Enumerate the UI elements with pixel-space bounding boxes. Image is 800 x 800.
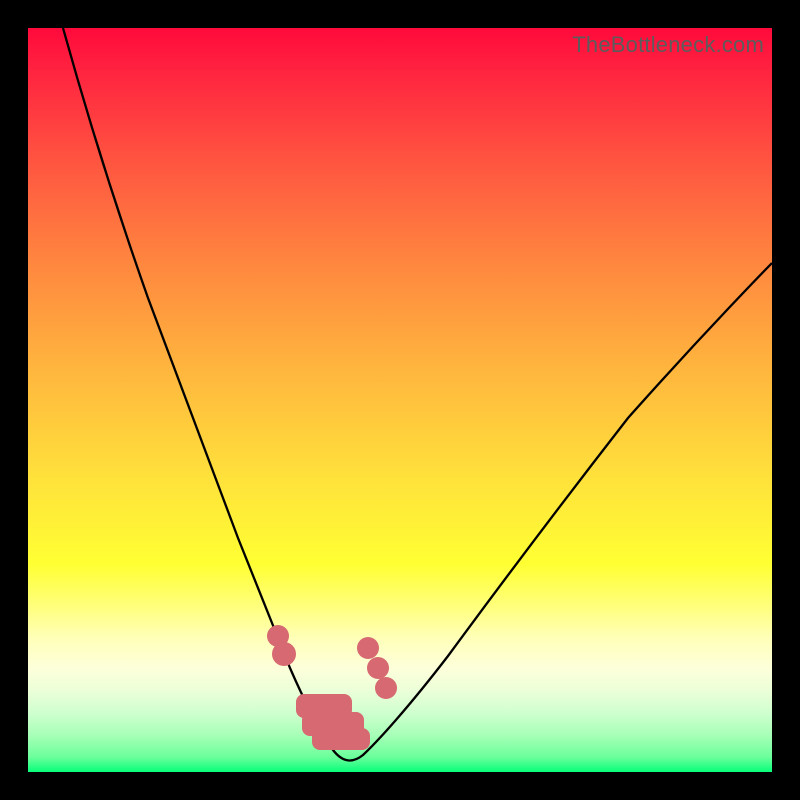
chart-canvas: TheBottleneck.com [0,0,800,800]
marker-dot [375,677,397,699]
bottleneck-curve [63,28,772,760]
curve-layer [28,28,772,772]
marker-dot [357,637,379,659]
marker-dot [367,657,389,679]
marker-dot [272,642,296,666]
plot-area: TheBottleneck.com [28,28,772,772]
marker-bar [312,728,370,750]
